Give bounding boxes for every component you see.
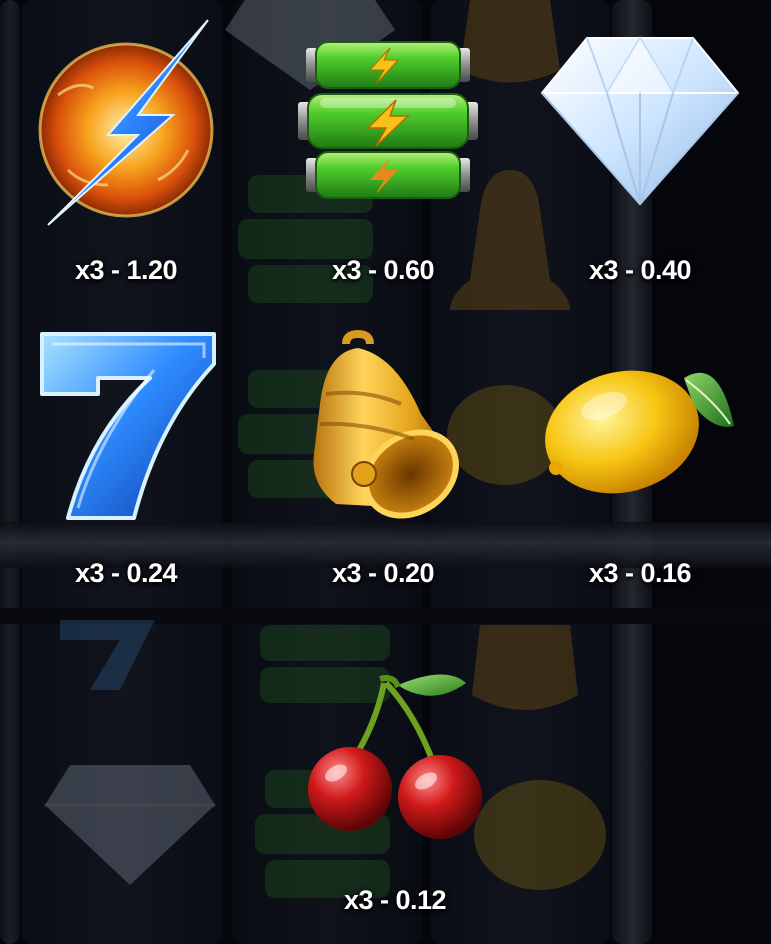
blue-seven-icon — [38, 332, 218, 520]
lemon-icon — [544, 356, 736, 496]
golden-bell-icon — [306, 329, 461, 519]
payout-seven: x3 - 0.24 — [74, 558, 178, 588]
payout-lemon: x3 - 0.16 — [588, 558, 692, 588]
ghost-seven-icon — [60, 620, 155, 690]
ghost-lemon-icon-2 — [474, 780, 606, 890]
reel-frame-left — [0, 0, 20, 944]
cherries-icon — [306, 665, 486, 840]
payout-battery: x3 - 0.60 — [331, 255, 435, 285]
payout-diamond: x3 - 0.40 — [588, 255, 692, 285]
payout-bell: x3 - 0.20 — [331, 558, 435, 588]
lightning-orb-icon — [38, 19, 218, 226]
payout-lightning: x3 - 1.20 — [74, 255, 178, 285]
ghost-diamond-icon-2 — [45, 765, 215, 885]
battery-stack-icon — [298, 40, 478, 202]
paytable-screen: x3 - 1.20 x3 - 0.60 x3 - 0.40 x3 - 0.24 … — [0, 0, 771, 944]
payout-cherry: x3 - 0.12 — [343, 885, 447, 915]
diamond-icon — [540, 36, 740, 206]
